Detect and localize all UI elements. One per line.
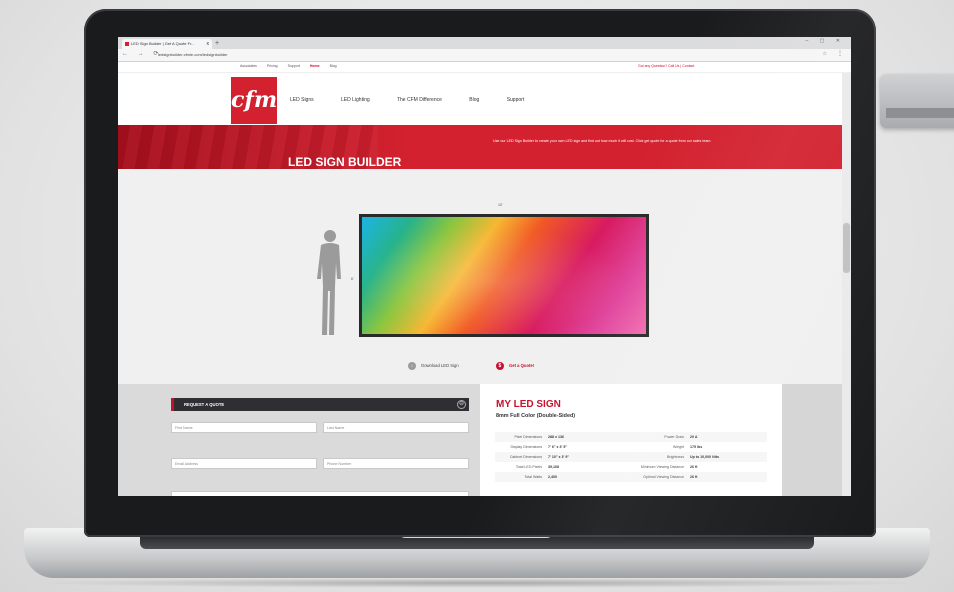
url-field[interactable]: ledsignbuilder.cfmle.com/ledsignbuilder [158,51,718,59]
nav-item-blog[interactable]: Blog [469,97,479,103]
nav-item-support[interactable]: Support [507,97,525,103]
nav-buttons[interactable]: ← → ⟳ [122,50,162,57]
quote-header[interactable]: REQUEST A QUOTE ⊖ [171,398,469,411]
bookmark-star-icon[interactable]: ☆ [823,51,827,57]
width-dimension: 10' [498,203,503,207]
utility-link[interactable]: Support [288,64,300,68]
spec-right: Weight 175 lbs [638,442,702,452]
quote-title: REQUEST A QUOTE [184,402,225,407]
quote-icon: $ [495,362,504,370]
spec-value: 39,168 [548,465,559,469]
spec-right: Brightness Up to 10,000 Nits [638,452,719,462]
spec-key: Cabinet Dimensions [509,455,542,459]
spec-right: Power Draw 20 A [638,432,697,442]
tab-title: LED Sign Builder | Get A Quote Fr... [131,41,195,46]
utility-bar: Associates Pricing Support Home Blog Got… [118,62,851,73]
spec-right: Optimal Viewing Distance 26 ft [638,472,697,482]
spec-key: Power Draw [664,435,684,439]
spec-value: Up to 10,000 Nits [690,455,719,459]
download-sign-button[interactable]: ↓ Download LED Sign [408,362,459,370]
my-sign-title: MY LED SIGN [496,399,561,410]
nav-item-led-lighting[interactable]: LED Lighting [341,97,370,103]
main-nav: LED Signs LED Lighting The CFM Differenc… [290,97,550,103]
email-field[interactable]: Email Address [171,458,317,469]
download-label: Download LED Sign [421,363,459,369]
browser-tab-bar: LED Sign Builder | Get A Quote Fr... x +… [118,37,851,49]
spec-value: 20 A [690,435,698,439]
utility-link[interactable]: Blog [330,64,337,68]
spec-right: Minimum Viewing Distance 26 ft [638,462,697,472]
spec-value: 2,400 [548,475,557,479]
browser-menu-icon[interactable]: ⋮ [837,50,843,57]
quote-label: Get a Quote! [509,363,535,369]
address-bar: ← → ⟳ ledsignbuilder.cfmle.com/ledsignbu… [118,49,851,62]
spec-left: Display Dimensions 7' 6" x 3' 5" [496,442,567,452]
last-name-field[interactable]: Last Name [323,422,469,433]
phone-field[interactable]: Phone Number [323,458,469,469]
preview-actions: ↓ Download LED Sign $ Get a Quote! [408,362,570,370]
first-name-field[interactable]: First Name [171,422,317,433]
my-sign-subtitle: 8mm Full Color (Double-Sided) [496,413,576,419]
utility-link-active[interactable]: Home [310,64,320,68]
laptop-hinge [140,537,814,549]
new-tab-button[interactable]: + [215,39,219,48]
spec-key: Weight [672,445,684,449]
spec-key: Brightness [667,455,684,459]
spec-value: 175 lbs [690,445,703,449]
tab-close-icon[interactable]: x [207,39,210,49]
spec-left: Cabinet Dimensions 7' 10" x 3' 9" [496,452,569,462]
led-sign-preview [359,214,649,337]
browser-tab[interactable]: LED Sign Builder | Get A Quote Fr... x [122,39,212,49]
height-dimension: 6' [351,277,354,281]
spec-key: Total LED Pixels [515,465,542,469]
utility-link[interactable]: Pricing [267,64,278,68]
download-icon: ↓ [408,362,416,370]
laptop-shadow [30,578,924,588]
get-quote-button[interactable]: $ Get a Quote! [495,362,535,370]
window-controls[interactable]: – ▢ ✕ [806,38,845,44]
spec-key: Pixel Dimensions [514,435,542,439]
spec-value: 288 x 136 [548,435,564,439]
laptop-screen: LED Sign Builder | Get A Quote Fr... x +… [118,37,851,496]
page-title: LED SIGN BUILDER [288,155,402,169]
person-silhouette-icon [317,230,341,335]
contact-links[interactable]: Got any Question? Call Us | Contact [638,64,694,68]
spec-value: 7' 6" x 3' 5" [548,445,568,449]
spec-left: Total LED Pixels 39,168 [496,462,559,472]
spec-value: 7' 10" x 3' 9" [548,455,570,459]
spec-value: 26 ft [690,465,698,469]
site-logo[interactable]: cfm [231,77,277,124]
spec-key: Display Dimensions [510,445,542,449]
background-laptop [880,74,954,128]
panel-gutter [782,384,842,496]
nav-item-difference[interactable]: The CFM Difference [397,97,442,103]
spec-key: Total Watts [524,475,542,479]
banner-description: Use our LED Sign Builder to create your … [493,139,712,143]
collapse-icon[interactable]: ⊖ [457,400,466,409]
spec-key: Optimal Viewing Distance [643,475,684,479]
spec-left: Total Watts 2,400 [496,472,557,482]
spec-value: 26 ft [690,475,698,479]
message-field[interactable] [171,491,469,496]
spec-left: Pixel Dimensions 288 x 136 [496,432,564,442]
scrollbar-thumb[interactable] [843,223,850,273]
spec-key: Minimum Viewing Distance [640,465,684,469]
utility-nav: Associates Pricing Support Home Blog [240,64,346,68]
favicon-icon [125,42,129,46]
page-scrollbar[interactable] [842,73,851,496]
nav-item-led-signs[interactable]: LED Signs [290,97,314,103]
utility-link[interactable]: Associates [240,64,257,68]
